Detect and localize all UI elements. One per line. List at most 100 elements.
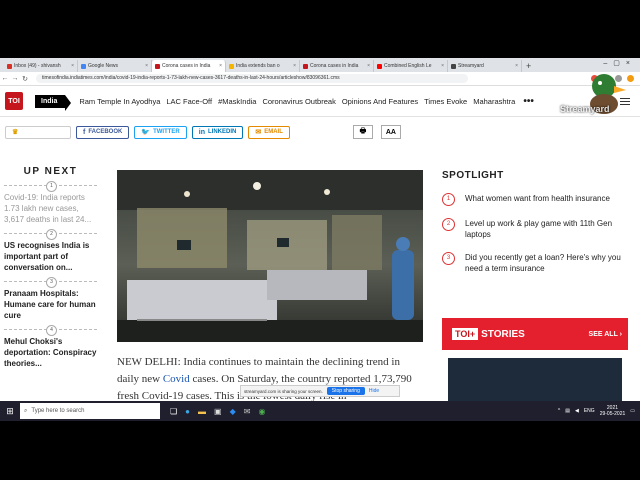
chrome-icon[interactable]: ◉	[258, 407, 265, 416]
item-number: 3	[442, 252, 455, 265]
spotlight-item[interactable]: 3 Did you recently get a loan? Here's wh…	[442, 252, 632, 274]
see-all-link[interactable]: SEE ALL ›	[589, 331, 622, 338]
tools: 🖶 AA	[352, 125, 409, 139]
facebook-share-button[interactable]: f FACEBOOK	[76, 125, 130, 139]
close-tab-icon[interactable]: ×	[367, 63, 370, 69]
spotlight-text: Did you recently get a loan? Here's why …	[465, 253, 621, 273]
windows-start-icon[interactable]: ⊞	[0, 406, 20, 417]
up-next-item[interactable]: 4 Mehul Choksi's deportation: Conspiracy…	[4, 325, 97, 369]
close-tab-icon[interactable]: ×	[71, 63, 74, 69]
up-next-item[interactable]: 2 US recognises India is important part …	[4, 229, 97, 273]
browser-tab[interactable]: Inbox (49) - shivansh ×	[4, 60, 78, 72]
item-number: 2	[442, 218, 455, 231]
windows-taskbar: ⊞ ⌕ Type here to search ❏ ● ▬ ▣ ◆ ✉ ◉ ^ …	[0, 401, 640, 421]
taskbar-search[interactable]: ⌕ Type here to search	[20, 403, 160, 419]
up-next-item[interactable]: 1 Covid-19: India reports 1.73 lakh new …	[4, 181, 97, 225]
clock[interactable]: 2021 29-05-2021	[600, 405, 626, 417]
tab-label: Combined English Le	[384, 63, 432, 69]
covid-link[interactable]: Covid	[163, 373, 190, 385]
reload-icon[interactable]: ↻	[20, 75, 30, 83]
file-explorer-icon[interactable]: ▬	[198, 407, 206, 416]
nav-link[interactable]: #MaskIndia	[218, 97, 256, 106]
tab-label: Streamyard	[458, 63, 484, 69]
search-icon: ⌕	[24, 407, 28, 414]
system-tray: ^ ▤ ◀ ENG 2021 29-05-2021 ▭	[558, 405, 640, 417]
notifications-icon[interactable]: ▭	[630, 408, 635, 414]
nav-link[interactable]: Coronavirus Outbreak	[262, 97, 335, 106]
nav-link[interactable]: Ram Temple In Ayodhya	[79, 97, 160, 106]
item-number: 1	[442, 193, 455, 206]
spotlight-text: What women want from health insurance	[465, 194, 610, 203]
browser-tab[interactable]: Streamyard ×	[448, 60, 522, 72]
tray-arrow-icon[interactable]: ^	[558, 408, 560, 414]
stop-sharing-button[interactable]: Stop sharing	[326, 387, 365, 395]
browser-tab[interactable]: Corona cases in India ×	[300, 60, 374, 72]
forward-icon[interactable]: →	[10, 75, 20, 82]
up-next-text: Mehul Choksi's deportation: Conspiracy t…	[4, 337, 97, 368]
tab-favicon-icon	[377, 63, 382, 69]
close-tab-icon[interactable]: ×	[219, 63, 222, 69]
twitter-icon: 🐦	[141, 129, 151, 136]
hospital-ward-image	[117, 170, 423, 342]
tab-label: India extends ban o	[236, 63, 280, 69]
twitter-share-button[interactable]: 🐦 TWITTER	[134, 125, 187, 139]
print-button[interactable]: 🖶	[352, 125, 373, 139]
tab-label: Corona cases in India	[162, 63, 211, 69]
address-bar: ← → ↻ timesofindia.indiatimes.com/india/…	[0, 72, 640, 86]
edge-icon[interactable]: ●	[185, 407, 190, 416]
tab-label: Corona cases in India	[310, 63, 359, 69]
task-view-icon[interactable]: ❏	[170, 407, 177, 416]
item-number: 2	[46, 229, 57, 240]
share-label: EMAIL	[264, 129, 283, 135]
browser-tab[interactable]: India extends ban o ×	[226, 60, 300, 72]
browser-tab[interactable]: Combined English Le ×	[374, 60, 448, 72]
letterbox-top	[0, 0, 640, 58]
spotlight-item[interactable]: 2 Level up work & play game with 11th Ge…	[442, 218, 632, 240]
print-icon: 🖶	[359, 127, 367, 135]
url-field[interactable]: timesofindia.indiatimes.com/india/covid-…	[36, 74, 468, 83]
sharing-text: streamyard.com is sharing your screen.	[244, 388, 323, 394]
site-nav: TOI India Ram Temple In Ayodhya LAC Face…	[0, 86, 640, 117]
linkedin-icon: in	[198, 128, 205, 136]
dropbox-icon[interactable]: ◆	[230, 407, 236, 416]
store-icon[interactable]: ▣	[214, 407, 222, 416]
language-indicator[interactable]: ENG	[584, 408, 595, 414]
nav-link[interactable]: LAC Face-Off	[166, 97, 212, 106]
toi-logo[interactable]: TOI	[5, 92, 23, 110]
mail-icon[interactable]: ✉	[244, 407, 251, 416]
hide-button[interactable]: Hide	[369, 388, 379, 394]
nav-link[interactable]: Opinions And Features	[342, 97, 418, 106]
browser-tab[interactable]: Google News ×	[78, 60, 152, 72]
back-icon[interactable]: ←	[0, 75, 10, 82]
browser-tab-active[interactable]: Corona cases in India ×	[152, 60, 226, 72]
up-next-item[interactable]: 3 Pranaam Hospitals: Humane care for hum…	[4, 277, 97, 321]
edition-badge[interactable]: India	[35, 94, 72, 111]
close-tab-icon[interactable]: ×	[293, 63, 296, 69]
more-menu-icon[interactable]: •••	[523, 96, 534, 107]
search-placeholder: Type here to search	[31, 408, 85, 414]
up-next-text: US recognises India is important part of…	[4, 241, 90, 272]
share-label: TWITTER	[153, 129, 180, 135]
letterbox-bottom	[0, 421, 640, 480]
facebook-icon: f	[83, 128, 86, 136]
spotlight-item[interactable]: 1 What women want from health insurance	[442, 193, 632, 206]
tab-favicon-icon	[229, 63, 234, 69]
linkedin-share-button[interactable]: in LINKEDIN	[191, 125, 244, 139]
story-card[interactable]	[448, 358, 622, 401]
item-number: 3	[46, 277, 57, 288]
up-next-section: UP NEXT 1 Covid-19: India reports 1.73 l…	[4, 166, 97, 369]
email-share-button[interactable]: ✉ EMAIL	[248, 125, 290, 139]
network-icon[interactable]: ▤	[565, 408, 570, 414]
nav-link[interactable]: Maharashtra	[473, 97, 515, 106]
share-bar: ♛ f FACEBOOK 🐦 TWITTER in LINKEDIN ✉ EMAIL 🖶…	[0, 118, 640, 146]
volume-icon[interactable]: ◀	[575, 408, 579, 414]
new-tab-button[interactable]: +	[526, 60, 531, 72]
tab-favicon-icon	[81, 63, 86, 69]
font-size-button[interactable]: AA	[380, 125, 401, 139]
crown-button[interactable]: ♛	[5, 125, 71, 139]
nav-link[interactable]: Times Evoke	[424, 97, 467, 106]
up-next-text: Covid-19: India reports 1.73 lakh new ca…	[4, 193, 92, 224]
close-tab-icon[interactable]: ×	[515, 63, 518, 69]
close-tab-icon[interactable]: ×	[145, 63, 148, 69]
close-tab-icon[interactable]: ×	[441, 63, 444, 69]
